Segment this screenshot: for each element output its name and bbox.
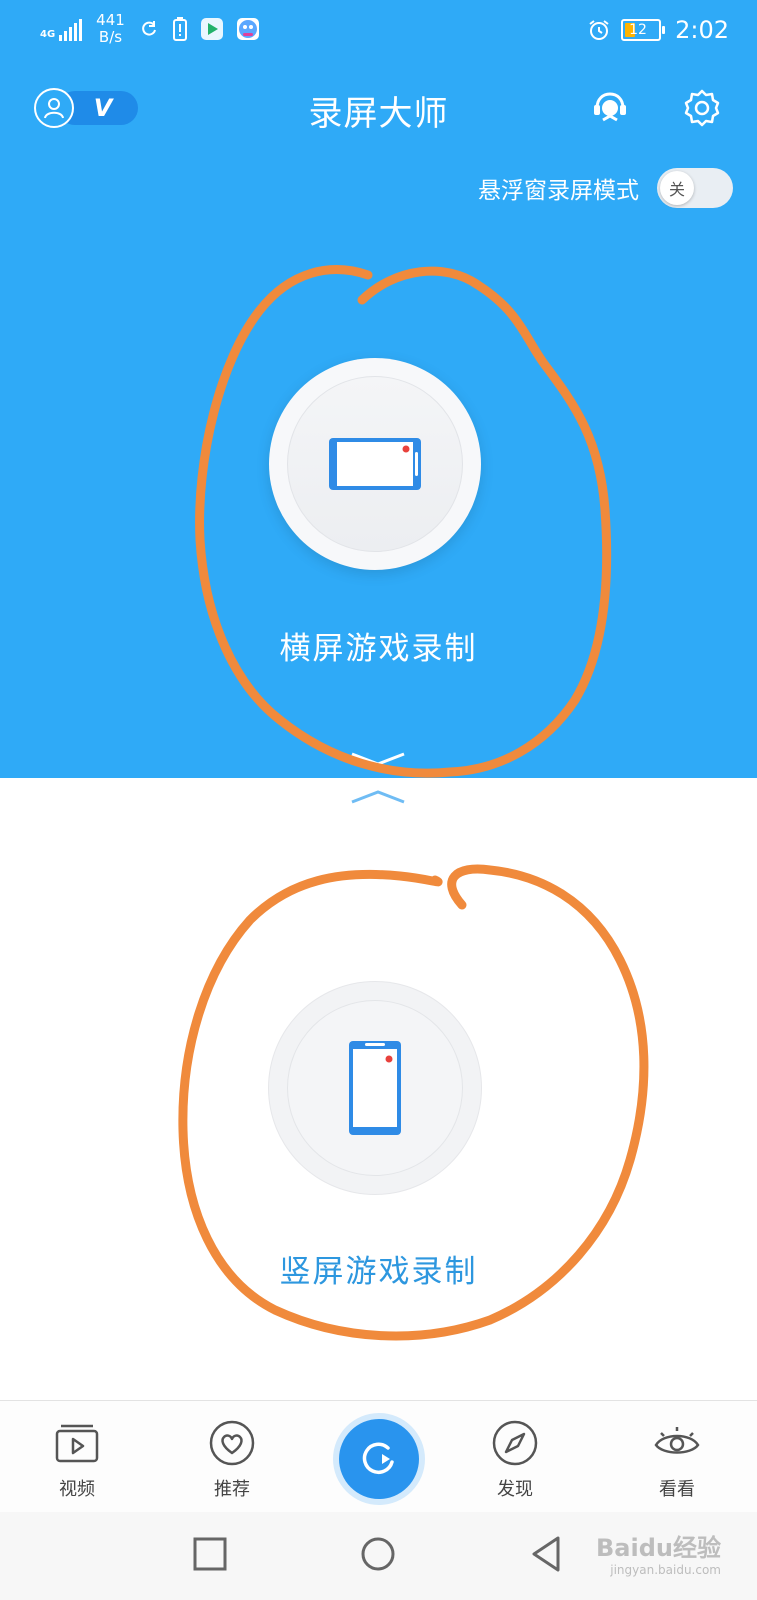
float-mode-toggle[interactable]: 关: [657, 168, 733, 208]
network-type: 4G: [40, 29, 56, 40]
watermark-subtext: jingyan.baidu.com: [610, 1563, 721, 1577]
eye-icon: [654, 1427, 700, 1454]
record-button[interactable]: [339, 1419, 419, 1499]
watermark: Baidu经验 jingyan.baidu.com: [596, 1528, 721, 1577]
toggle-knob: 关: [660, 171, 694, 205]
landscape-record-label[interactable]: 横屏游戏录制: [0, 623, 757, 668]
portrait-record-button[interactable]: [269, 982, 481, 1194]
nav-label-video: 视频: [59, 1479, 95, 1500]
home-icon[interactable]: [356, 1532, 400, 1576]
bottom-nav: 视频 推荐 发现 看看: [0, 1400, 757, 1512]
portrait-record-label[interactable]: 竖屏游戏录制: [0, 1246, 757, 1291]
recent-apps-icon[interactable]: [188, 1532, 232, 1576]
portrait-phone-icon: [349, 1041, 401, 1135]
float-mode-label: 悬浮窗录屏模式: [478, 178, 639, 204]
nav-item-recommend[interactable]: 推荐: [182, 1419, 282, 1501]
heart-icon: [209, 1420, 255, 1466]
battery-level: 12: [629, 22, 647, 38]
nav-label-watch: 看看: [659, 1479, 695, 1500]
signal-bars-icon: [59, 17, 83, 41]
float-mode-row: 悬浮窗录屏模式 关: [478, 168, 733, 208]
nav-item-watch[interactable]: 看看: [627, 1419, 727, 1501]
app-notification-icon: [200, 18, 223, 40]
nav-item-discover[interactable]: 发现: [465, 1419, 565, 1501]
page-title: 录屏大师: [308, 94, 449, 134]
clock: 2:02: [675, 16, 729, 44]
back-icon[interactable]: [524, 1532, 568, 1576]
record-icon: [362, 1442, 394, 1475]
alarm-icon: [589, 20, 609, 40]
landscape-phone-icon: [329, 438, 421, 490]
compass-icon: [492, 1420, 538, 1466]
gear-icon[interactable]: [682, 88, 722, 128]
nav-label-recommend: 推荐: [214, 1479, 250, 1500]
battery-alert-icon: [172, 17, 187, 41]
signal-indicator: 4G: [40, 17, 83, 41]
video-icon: [55, 1424, 99, 1463]
app-header: V 录屏大师: [0, 80, 757, 136]
chevron-toggle-icon[interactable]: [348, 750, 408, 806]
watermark-text: Baidu经验: [596, 1534, 721, 1562]
nav-label-discover: 发现: [497, 1479, 533, 1500]
customer-service-icon[interactable]: [590, 88, 630, 128]
game-notification-icon: [236, 18, 259, 40]
battery-icon: 12: [621, 19, 666, 41]
status-bar: 4G 441 B/s 12 2:02: [0, 0, 757, 64]
system-nav-bar: Baidu经验 jingyan.baidu.com: [0, 1512, 757, 1600]
landscape-record-button[interactable]: [269, 358, 481, 570]
nav-item-video[interactable]: 视频: [27, 1419, 127, 1501]
sync-icon: [142, 21, 156, 36]
network-speed: 441 B/s: [96, 11, 125, 46]
